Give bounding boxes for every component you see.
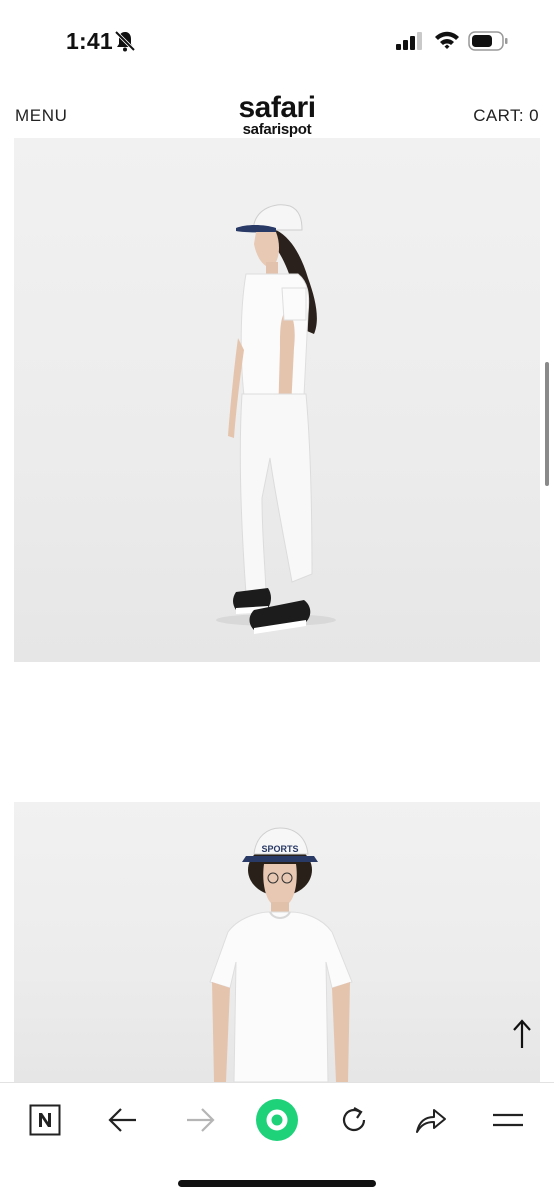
naver-icon — [29, 1104, 61, 1136]
forward-button[interactable] — [177, 1097, 223, 1143]
status-bar: 1:41 — [0, 0, 554, 80]
cart-link[interactable]: CART: 0 — [473, 106, 539, 126]
logo-sub-text: safarispot — [242, 121, 312, 138]
home-indicator — [178, 1180, 376, 1187]
product-image-2[interactable]: SPORTS — [14, 802, 540, 1082]
site-logo[interactable]: safari safarispot — [0, 91, 554, 138]
back-arrow-icon — [108, 1108, 136, 1132]
reload-icon — [342, 1107, 366, 1132]
battery-icon — [468, 31, 508, 51]
reload-button[interactable] — [331, 1097, 377, 1143]
cellular-signal-icon — [396, 32, 422, 50]
status-time: 1:41 — [66, 28, 113, 54]
hat-text: SPORTS — [261, 844, 298, 854]
share-icon — [416, 1109, 446, 1133]
menu-button[interactable] — [485, 1097, 531, 1143]
green-record-icon — [256, 1099, 298, 1141]
forward-arrow-icon — [187, 1108, 215, 1132]
scroll-indicator[interactable] — [545, 362, 549, 486]
model-man-illustration: SPORTS — [209, 827, 353, 1082]
product-image-1[interactable] — [14, 138, 540, 662]
arrow-up-icon[interactable] — [509, 1018, 535, 1050]
back-button[interactable] — [100, 1097, 146, 1143]
logo-main-text: safari — [238, 91, 316, 124]
bell-slash-icon — [114, 30, 136, 52]
naver-button[interactable] — [22, 1097, 68, 1143]
share-button[interactable] — [408, 1097, 454, 1143]
wifi-icon — [435, 31, 459, 49]
green-dot-button[interactable] — [254, 1097, 300, 1143]
site-header: MENU safari safarispot CART: 0 — [0, 92, 554, 140]
model-woman-illustration — [216, 204, 336, 634]
menu-icon — [493, 1113, 523, 1127]
